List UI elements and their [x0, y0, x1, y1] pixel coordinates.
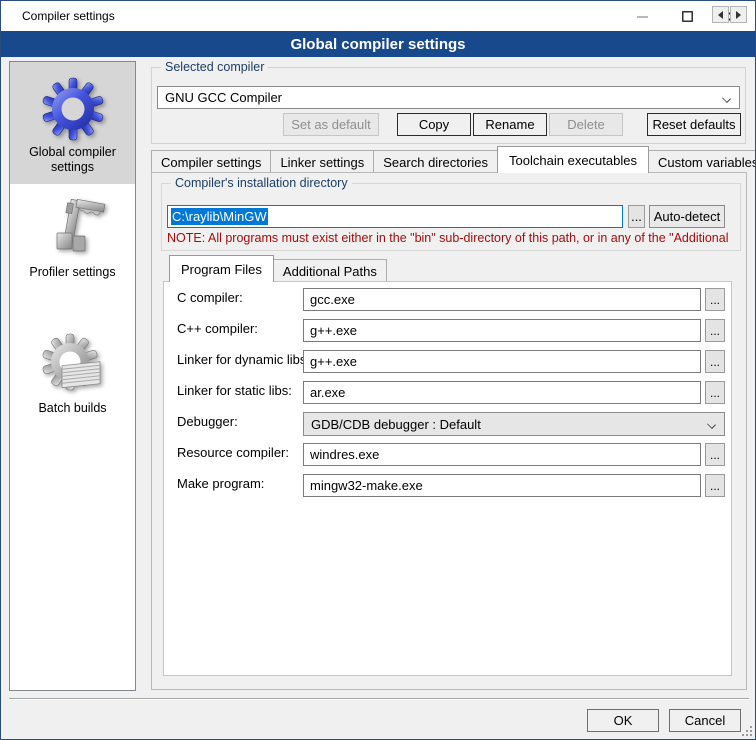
- chevron-down-icon: [707, 420, 716, 429]
- resize-grip[interactable]: [742, 726, 752, 736]
- tab-search-directories[interactable]: Search directories: [373, 150, 498, 173]
- window-title: Compiler settings: [22, 9, 115, 23]
- cpp-compiler-label: C++ compiler:: [177, 321, 258, 336]
- copy-button[interactable]: Copy: [397, 113, 471, 136]
- sidebar-item-label: Global compiler settings: [10, 142, 135, 181]
- footer-divider: [9, 698, 749, 700]
- resource-compiler-label: Resource compiler:: [177, 445, 289, 460]
- dialog-header: Global compiler settings: [1, 31, 755, 57]
- blue-gear-icon: [40, 68, 106, 142]
- maximize-button[interactable]: [665, 1, 710, 31]
- linker-static-input[interactable]: [303, 381, 701, 404]
- sidebar-item-label: Batch builds: [32, 398, 112, 422]
- linker-static-label: Linker for static libs:: [177, 383, 292, 398]
- installation-directory-group-label: Compiler's installation directory: [171, 176, 352, 190]
- sidebar-item-batch-builds[interactable]: Batch builds: [10, 324, 135, 428]
- sidebar-item-global-compiler-settings[interactable]: Global compiler settings: [10, 62, 135, 184]
- settings-tab-strip: Compiler settings Linker settings Search…: [151, 145, 756, 173]
- c-compiler-label: C compiler:: [177, 290, 243, 305]
- make-program-label: Make program:: [177, 476, 264, 491]
- minimize-button[interactable]: [620, 1, 665, 31]
- installation-directory-selected-text: C:\raylib\MinGW: [171, 208, 268, 225]
- delete-button[interactable]: Delete: [549, 113, 623, 136]
- cpp-compiler-browse-button[interactable]: ...: [705, 319, 725, 342]
- make-program-input[interactable]: [303, 474, 701, 497]
- bin-subdirectory-note: NOTE: All programs must exist either in …: [167, 231, 735, 246]
- c-compiler-input[interactable]: [303, 288, 701, 311]
- caliper-icon: [40, 188, 106, 262]
- cpp-compiler-input[interactable]: [303, 319, 701, 342]
- gray-gear-stack-icon: [40, 324, 106, 398]
- selected-compiler-group-label: Selected compiler: [161, 60, 268, 74]
- auto-detect-button[interactable]: Auto-detect: [649, 205, 725, 228]
- make-program-browse-button[interactable]: ...: [705, 474, 725, 497]
- linker-dynamic-input[interactable]: [303, 350, 701, 373]
- debugger-label: Debugger:: [177, 414, 238, 429]
- settings-category-list: Global compiler settings: [9, 61, 136, 691]
- compiler-select-value: GNU GCC Compiler: [165, 90, 282, 105]
- minimize-icon: [637, 11, 648, 22]
- resource-compiler-input[interactable]: [303, 443, 701, 466]
- compiler-select[interactable]: GNU GCC Compiler: [157, 86, 740, 109]
- right-arrow-icon: [736, 11, 741, 19]
- resource-compiler-browse-button[interactable]: ...: [705, 443, 725, 466]
- maximize-icon: [682, 11, 693, 22]
- ok-button[interactable]: OK: [587, 709, 659, 732]
- cancel-button[interactable]: Cancel: [669, 709, 741, 732]
- left-arrow-icon: [718, 11, 723, 19]
- c-compiler-browse-button[interactable]: ...: [705, 288, 725, 311]
- chevron-down-icon: [722, 94, 731, 103]
- paths-tab-strip: Program Files Additional Paths: [169, 258, 386, 282]
- tab-compiler-settings[interactable]: Compiler settings: [151, 150, 271, 173]
- tab-toolchain-executables[interactable]: Toolchain executables: [497, 146, 649, 173]
- linker-dynamic-browse-button[interactable]: ...: [705, 350, 725, 373]
- sidebar-item-profiler-settings[interactable]: Profiler settings: [10, 188, 135, 296]
- reset-defaults-button[interactable]: Reset defaults: [647, 113, 741, 136]
- linker-static-browse-button[interactable]: ...: [705, 381, 725, 404]
- tab-additional-paths[interactable]: Additional Paths: [273, 259, 387, 282]
- installation-directory-input[interactable]: C:\raylib\MinGW: [167, 205, 623, 228]
- title-bar: Compiler settings: [1, 1, 755, 31]
- set-as-default-button[interactable]: Set as default: [283, 113, 379, 136]
- browse-directory-button[interactable]: ...: [628, 205, 645, 228]
- dialog-header-title: Global compiler settings: [290, 36, 465, 53]
- compiler-settings-dialog: Compiler settings Global compiler settin…: [0, 0, 756, 740]
- debugger-select[interactable]: GDB/CDB debugger : Default: [303, 412, 725, 436]
- tab-scroll-right-button[interactable]: [730, 6, 747, 23]
- rename-button[interactable]: Rename: [473, 113, 547, 136]
- tab-program-files[interactable]: Program Files: [169, 255, 274, 282]
- sidebar-item-label: Profiler settings: [23, 262, 121, 286]
- tab-scroll-left-button[interactable]: [712, 6, 729, 23]
- debugger-select-value: GDB/CDB debugger : Default: [311, 417, 481, 432]
- linker-dynamic-label: Linker for dynamic libs:: [177, 352, 310, 367]
- tab-linker-settings[interactable]: Linker settings: [270, 150, 374, 173]
- tab-custom-variables[interactable]: Custom variables: [648, 150, 756, 173]
